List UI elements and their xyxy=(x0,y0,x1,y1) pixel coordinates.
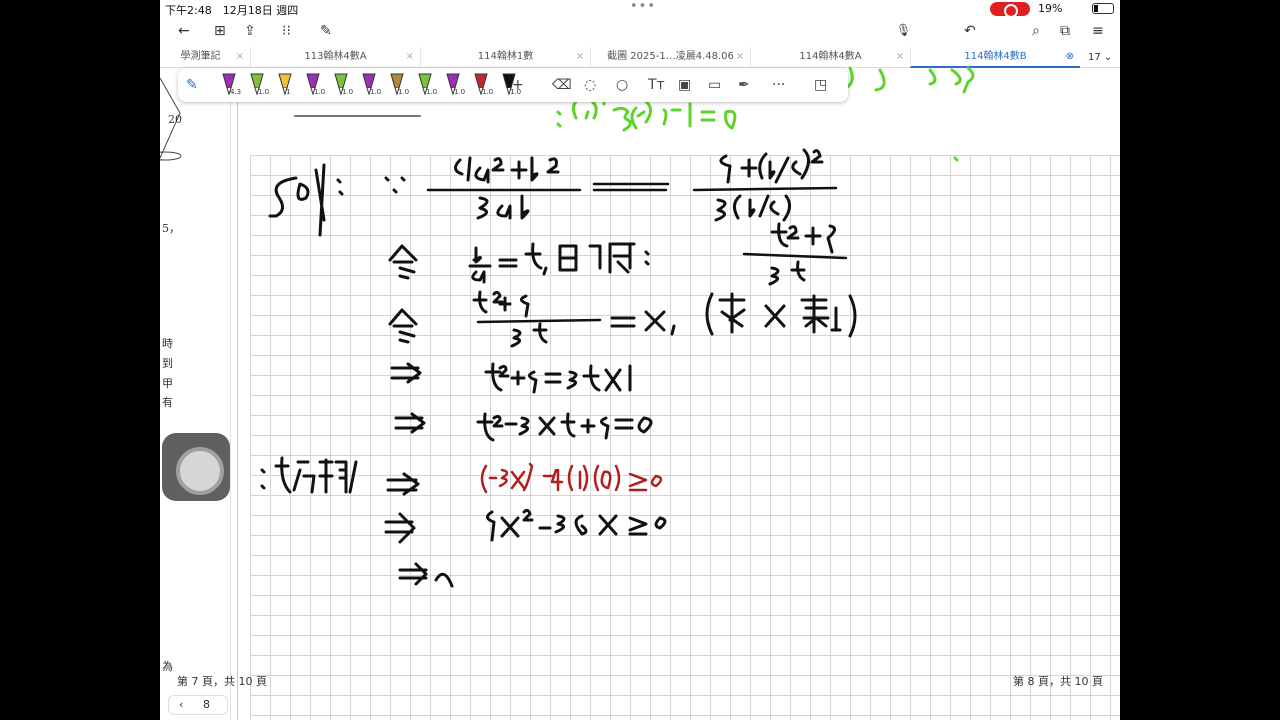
text-icon[interactable]: Tт xyxy=(648,77,665,93)
pen-size: 1.0 xyxy=(258,88,270,96)
ipad-screen: 下午2:48 12月18日 週四 ••• 19% ← ⊞ ⇪ ⁝⁝ ✎ 🎙 ↶ … xyxy=(160,0,1120,720)
link-icon[interactable]: ✒ xyxy=(738,77,750,93)
pen-tool[interactable]: 1.0 xyxy=(360,72,382,98)
pen-tool[interactable]: 1 xyxy=(276,72,294,98)
pen-tool[interactable]: 1.0 xyxy=(332,72,354,98)
page-navigator[interactable]: ‹ 8 xyxy=(168,695,228,715)
pen-tool[interactable]: 1.0 xyxy=(416,72,438,98)
pen-size: 1 xyxy=(286,88,291,96)
pen-size: 1.0 xyxy=(454,88,466,96)
pen-size: 1.0 xyxy=(314,88,326,96)
handwriting-layer xyxy=(260,66,975,588)
pen-tool[interactable]: 1.0 xyxy=(304,72,326,98)
eraser-icon[interactable]: ⌫ xyxy=(552,77,572,93)
pen-tool[interactable]: 1.0 xyxy=(444,72,466,98)
pen-mode-icon[interactable]: ✎ xyxy=(186,77,198,93)
pen-size: 1.0 xyxy=(398,88,410,96)
chevron-left-icon[interactable]: ‹ xyxy=(179,696,183,714)
sticker-icon[interactable]: ◳ xyxy=(814,77,827,93)
pen-tool[interactable]: 1.0 xyxy=(472,72,494,98)
pen-size: 1.0 xyxy=(426,88,438,96)
pen-size: 1.0 xyxy=(482,88,494,96)
assistive-touch-button[interactable] xyxy=(162,433,230,501)
lasso-icon[interactable]: ◌ xyxy=(584,77,596,93)
page-footer-right: 第 8 頁，共 10 頁 xyxy=(1013,675,1103,688)
more-icon[interactable]: ··· xyxy=(772,77,785,93)
pen-size: 1.0 xyxy=(342,88,354,96)
page-number: 8 xyxy=(203,698,210,711)
add-icon[interactable]: + xyxy=(512,77,524,93)
shape-icon[interactable]: ○ xyxy=(616,77,628,93)
comment-icon[interactable]: ▭ xyxy=(708,77,721,93)
pen-tool[interactable]: 4.3 xyxy=(220,72,242,98)
pen-tool[interactable]: 1.0 xyxy=(248,72,270,98)
pen-icon xyxy=(278,73,292,96)
pen-palette: 4.3 1.0 1 1.0 1.0 1.0 1.0 1.0 1.0 1.0 1.0 ✎ + ⌫ ◌ ○ Tт ▣ ▭… xyxy=(178,68,848,102)
pen-size: 4.3 xyxy=(230,88,242,96)
pen-size: 1.0 xyxy=(370,88,382,96)
image-icon[interactable]: ▣ xyxy=(678,77,691,93)
pen-tool[interactable]: 1.0 xyxy=(388,72,410,98)
page-footer-left: 第 7 頁，共 10 頁 xyxy=(177,675,267,688)
